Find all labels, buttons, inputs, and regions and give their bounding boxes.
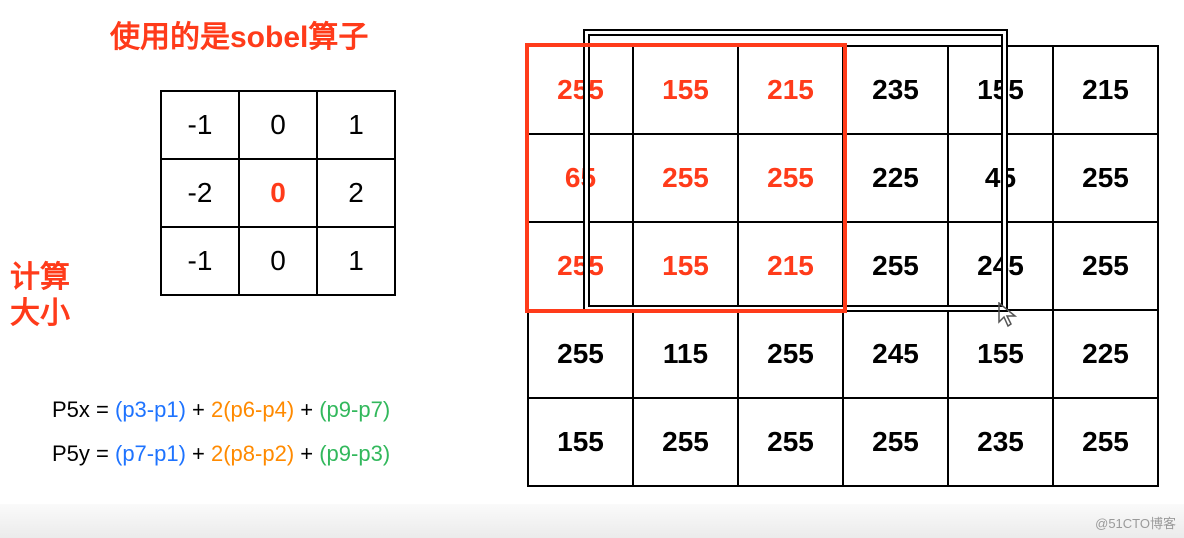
sobel-cell: 1 <box>317 227 395 295</box>
table-row: 65 255 255 225 45 255 <box>528 134 1158 222</box>
pixel-cell: 245 <box>948 222 1053 310</box>
pixel-cell: 255 <box>843 222 948 310</box>
formula-plus: + <box>186 441 211 466</box>
pixel-cell: 255 <box>1053 222 1158 310</box>
pixel-cell: 215 <box>1053 46 1158 134</box>
pixel-cell: 255 <box>1053 398 1158 486</box>
pixel-cell: 215 <box>738 222 843 310</box>
formula-term: (p9-p3) <box>319 441 390 466</box>
pixel-cell: 65 <box>528 134 633 222</box>
formula-term: 2(p8-p2) <box>211 441 294 466</box>
pixel-cell: 235 <box>948 398 1053 486</box>
pixel-grid: 255 155 215 235 155 215 65 255 255 225 4… <box>527 45 1159 487</box>
page-title: 使用的是sobel算子 <box>110 12 368 56</box>
pixel-cell: 255 <box>633 134 738 222</box>
pixel-table: 255 155 215 235 155 215 65 255 255 225 4… <box>527 45 1159 487</box>
pixel-cell: 155 <box>948 46 1053 134</box>
formula-term: (p7-p1) <box>115 441 186 466</box>
pixel-cell: 235 <box>843 46 948 134</box>
formula-plus: + <box>294 441 319 466</box>
pixel-cell: 45 <box>948 134 1053 222</box>
pixel-cell: 255 <box>843 398 948 486</box>
formula-block: P5x = (p3-p1) + 2(p6-p4) + (p9-p7) P5y =… <box>52 388 390 476</box>
side-label-line-1: 计算 <box>10 260 70 296</box>
formula-lhs: P5y <box>52 441 90 466</box>
formula-p5y: P5y = (p7-p1) + 2(p8-p2) + (p9-p3) <box>52 432 390 476</box>
formula-plus: + <box>186 397 211 422</box>
table-row: 255 115 255 245 155 225 <box>528 310 1158 398</box>
table-row: 155 255 255 255 235 255 <box>528 398 1158 486</box>
formula-plus: + <box>294 397 319 422</box>
sobel-kernel: -1 0 1 -2 0 2 -1 0 1 <box>160 90 396 296</box>
sobel-cell: 0 <box>239 227 317 295</box>
formula-term: (p3-p1) <box>115 397 186 422</box>
formula-eq: = <box>90 441 115 466</box>
table-row: 255 155 215 235 155 215 <box>528 46 1158 134</box>
table-row: -1 0 1 <box>161 227 395 295</box>
pixel-cell: 155 <box>633 222 738 310</box>
pixel-cell: 255 <box>633 398 738 486</box>
pixel-cell: 255 <box>528 46 633 134</box>
side-label: 计算 大小 <box>10 260 70 332</box>
pixel-cell: 155 <box>948 310 1053 398</box>
sobel-cell: 2 <box>317 159 395 227</box>
side-label-line-2: 大小 <box>10 296 70 332</box>
pixel-cell: 245 <box>843 310 948 398</box>
formula-eq: = <box>90 397 115 422</box>
sobel-cell: 0 <box>239 91 317 159</box>
pixel-cell: 255 <box>528 222 633 310</box>
table-row: -1 0 1 <box>161 91 395 159</box>
watermark: @51CTO博客 <box>1095 513 1176 532</box>
bottom-gradient <box>0 504 1184 538</box>
pixel-cell: 225 <box>843 134 948 222</box>
pixel-cell: 155 <box>528 398 633 486</box>
formula-term: (p9-p7) <box>319 397 390 422</box>
pixel-cell: 115 <box>633 310 738 398</box>
formula-p5x: P5x = (p3-p1) + 2(p6-p4) + (p9-p7) <box>52 388 390 432</box>
pixel-cell: 255 <box>1053 134 1158 222</box>
sobel-table: -1 0 1 -2 0 2 -1 0 1 <box>160 90 396 296</box>
pixel-cell: 255 <box>738 134 843 222</box>
sobel-cell: -2 <box>161 159 239 227</box>
pixel-cell: 255 <box>738 310 843 398</box>
formula-term: 2(p6-p4) <box>211 397 294 422</box>
formula-lhs: P5x <box>52 397 90 422</box>
pixel-cell: 255 <box>738 398 843 486</box>
table-row: -2 0 2 <box>161 159 395 227</box>
table-row: 255 155 215 255 245 255 <box>528 222 1158 310</box>
sobel-cell: -1 <box>161 91 239 159</box>
sobel-cell-center: 0 <box>239 159 317 227</box>
pixel-cell: 215 <box>738 46 843 134</box>
sobel-cell: 1 <box>317 91 395 159</box>
sobel-cell: -1 <box>161 227 239 295</box>
pixel-cell: 155 <box>633 46 738 134</box>
pixel-cell: 255 <box>528 310 633 398</box>
pixel-cell: 225 <box>1053 310 1158 398</box>
